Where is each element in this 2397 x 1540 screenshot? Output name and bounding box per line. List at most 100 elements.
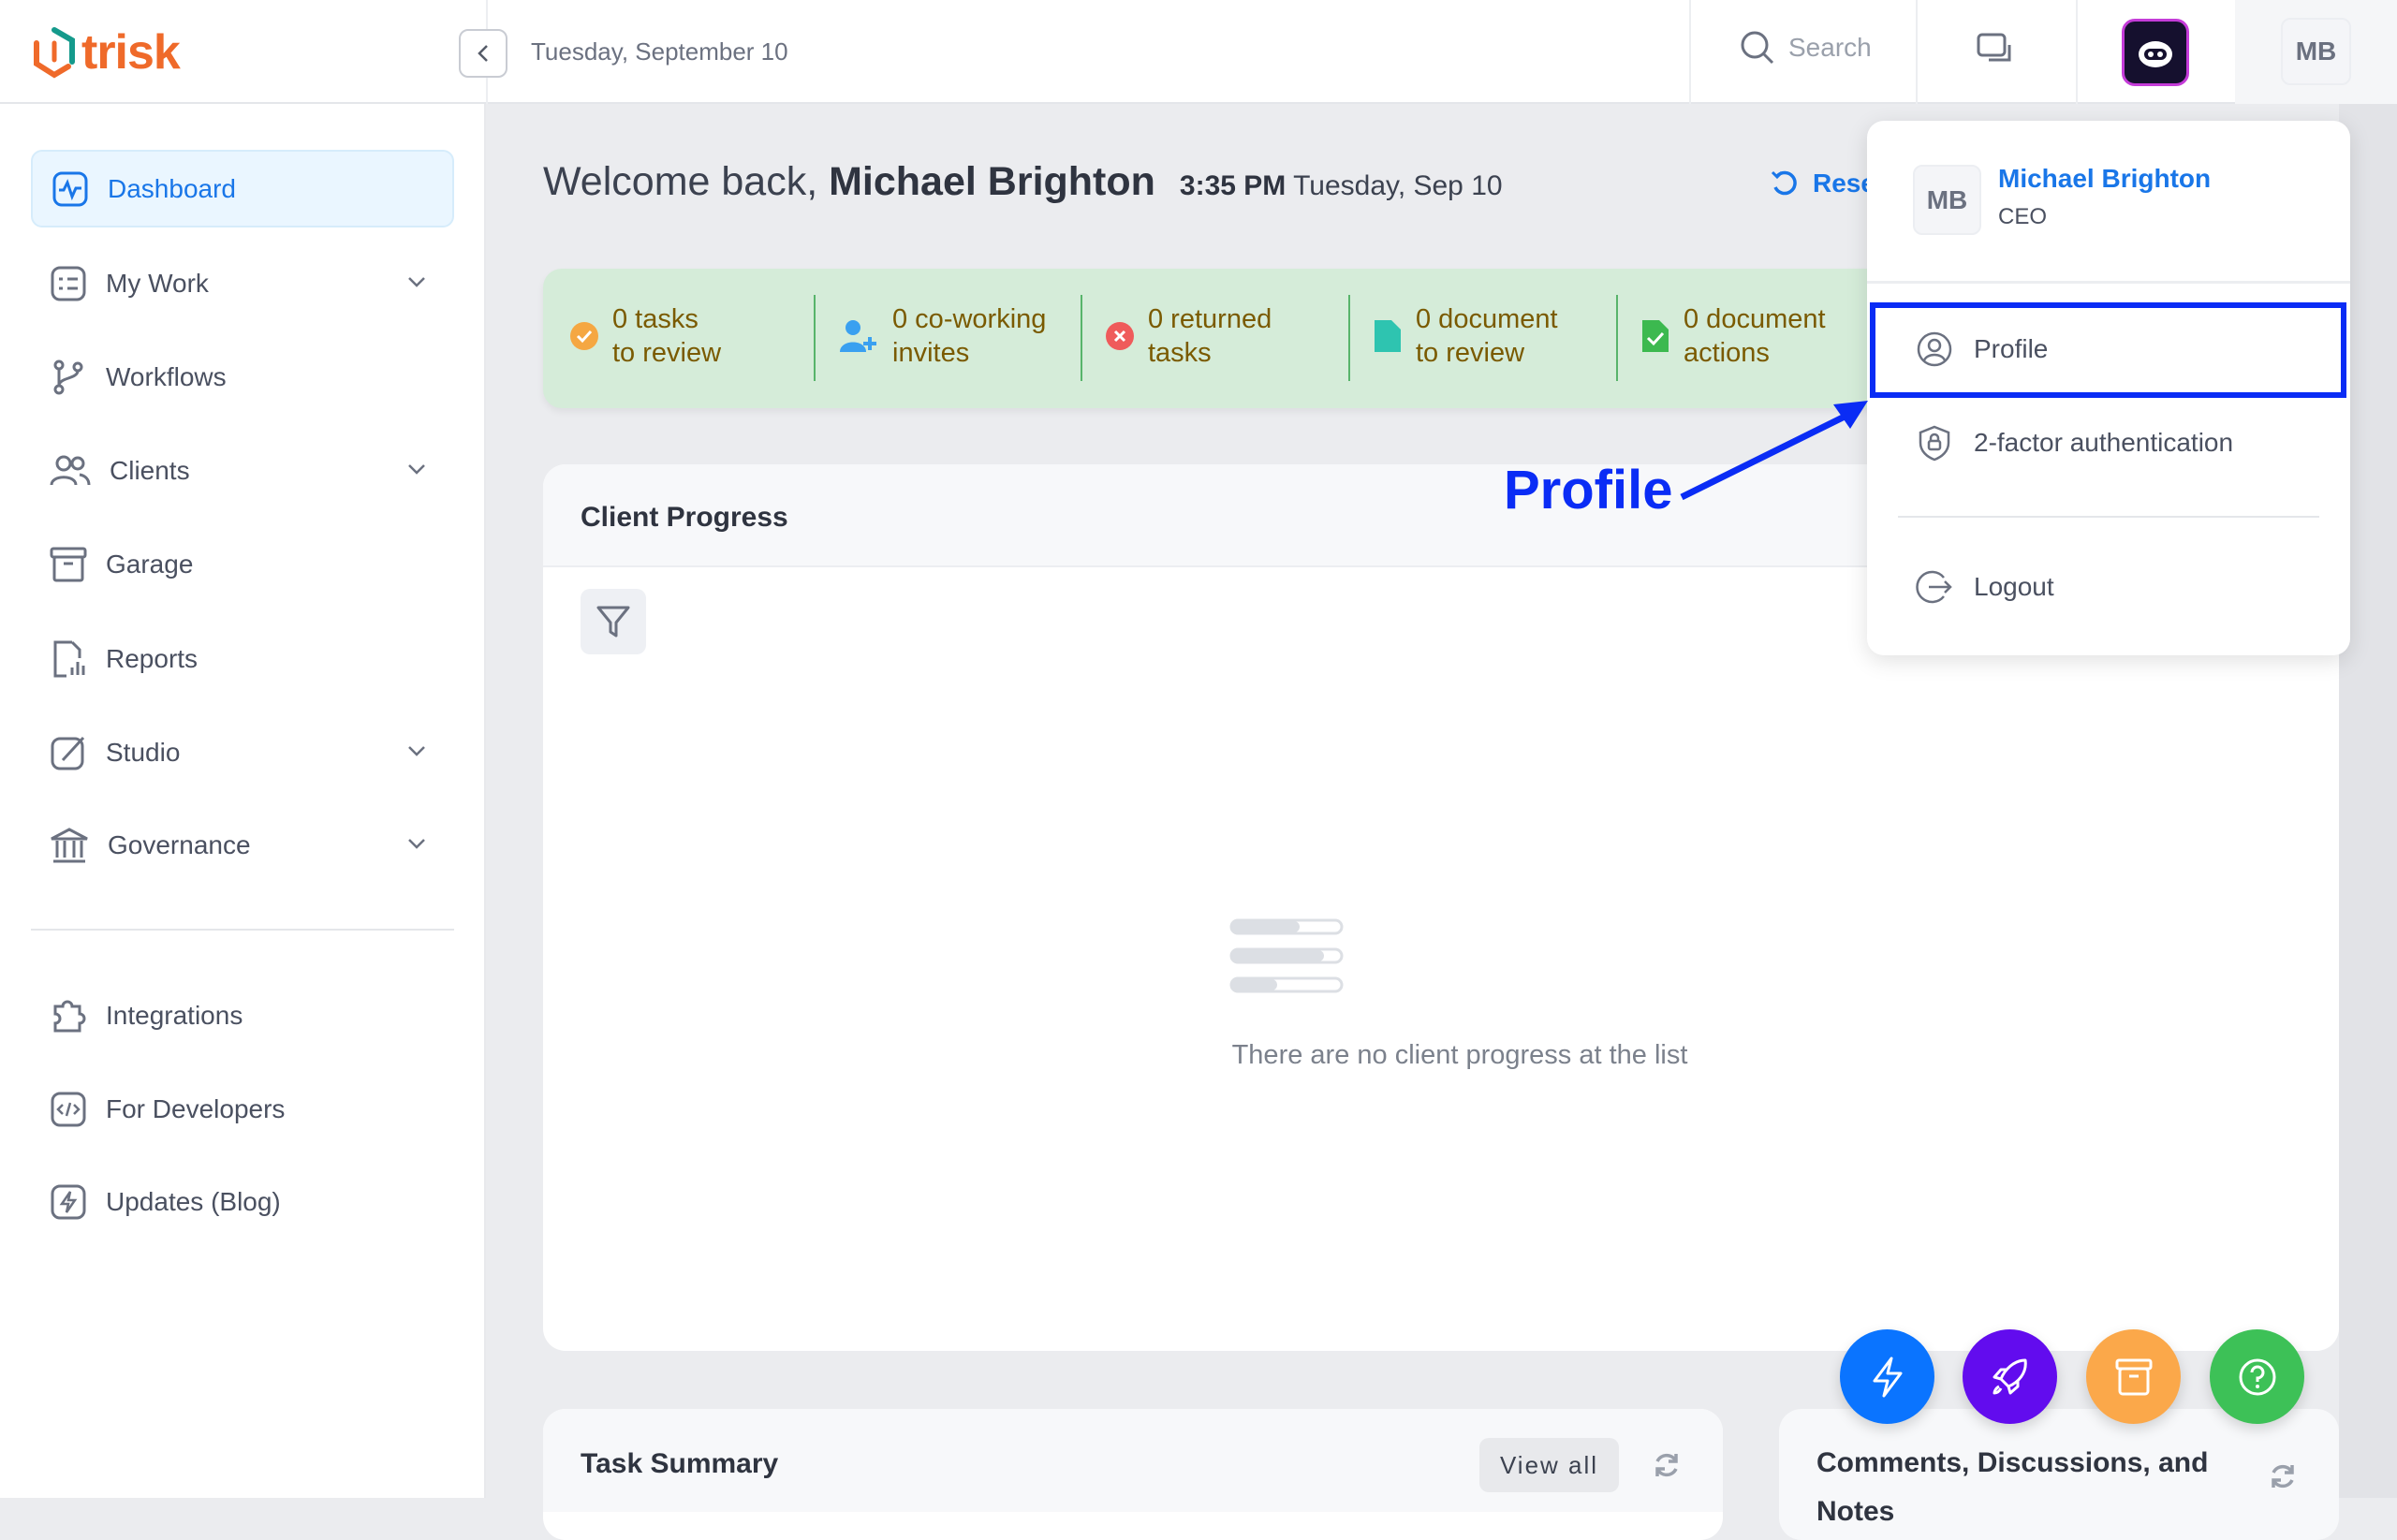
sidebar-item-label: Updates (Blog) [106,1186,281,1216]
puzzle-icon [53,1000,86,1032]
filter-button[interactable] [581,589,646,654]
stat-line2: actions [1684,338,1770,368]
stat-line1: 0 document [1416,304,1558,334]
document-icon [1375,320,1401,352]
reset-button[interactable]: Rese [1770,169,1875,198]
current-date: Tuesday, Sep 10 [1293,170,1503,201]
robot-icon [2139,41,2172,67]
user-initials: MB [2295,37,2337,66]
stat-documents-to-review[interactable]: 0 document to review [1373,302,1558,370]
search-icon [1741,31,1774,65]
launch-button[interactable] [1963,1329,2057,1424]
quick-action-button[interactable] [1840,1329,1934,1424]
logo-text: trisk [81,25,181,80]
current-time: 3:35 PM [1179,170,1287,201]
x-circle-icon [1106,322,1134,350]
logout-icon [1916,570,1952,604]
refresh-icon[interactable] [2268,1461,2298,1491]
activity-icon [52,171,88,206]
bank-icon [51,827,88,862]
welcome-user-name: Michael Brighton [829,159,1155,204]
menu-item-label: Logout [1974,572,2054,601]
user-plus-icon [840,320,876,352]
sidebar: Dashboard My Work Workflows Clients Gara… [0,104,486,1498]
sidebar-item-label: Integrations [106,1000,243,1030]
stat-line1: 0 co-working [892,304,1047,334]
welcome-prefix: Welcome back, [543,159,830,204]
chevron-down-icon [408,464,425,475]
avatar: MB [1913,165,1981,235]
stat-document-actions[interactable]: 0 document actions [1640,302,1826,370]
sidebar-item-updates-blog[interactable]: Updates (Blog) [31,1163,454,1240]
sidebar-item-my-work[interactable]: My Work [31,244,454,322]
sidebar-item-workflows[interactable]: Workflows [31,338,454,416]
code-icon [51,1092,86,1126]
stat-line1: 0 returned [1148,304,1272,334]
stat-coworking-invites[interactable]: 0 co-working invites [838,302,1046,370]
stat-line2: to review [1416,338,1525,368]
avatar-initials: MB [1926,184,1968,214]
user-menu-button[interactable]: MB [2281,18,2351,85]
annotation-arrow-icon [1680,401,1868,501]
stat-line2: invites [892,338,970,368]
refresh-icon[interactable] [1652,1450,1682,1480]
comments-card: Comments, Discussions, and Notes [1779,1409,2339,1540]
sidebar-item-label: Studio [106,737,181,767]
rocket-icon [1993,1358,2027,1394]
chat-button[interactable] [1976,32,2017,78]
archive-icon [50,547,87,581]
sidebar-item-dashboard[interactable]: Dashboard [31,150,454,227]
chat-icon [1977,33,2011,62]
filter-icon [596,606,630,638]
sidebar-item-reports[interactable]: Reports [31,620,454,697]
sidebar-item-label: Reports [106,643,199,673]
help-button[interactable] [2210,1329,2304,1424]
dropdown-divider [1867,281,2350,284]
empty-state-text: There are no client progress at the list [1231,1040,1688,1070]
annotation-label: Profile [1504,460,1673,521]
two-factor-menu-item[interactable]: 2-factor authentication [1916,424,2233,462]
sidebar-item-studio[interactable]: Studio [31,713,454,791]
sidebar-item-label: Dashboard [108,173,236,203]
card-title: Comments, Discussions, and Notes [1816,1447,2209,1527]
search-label: Search [1788,33,1872,62]
stat-line1: 0 document [1684,304,1826,334]
logo[interactable]: trisk [31,24,181,81]
shield-lock-icon [1919,425,1950,462]
report-icon [53,640,85,677]
empty-list-icon [1229,918,1344,993]
sidebar-item-for-developers[interactable]: For Developers [31,1070,454,1148]
stat-returned-tasks[interactable]: 0 returned tasks [1105,302,1272,370]
view-all-button[interactable]: View all [1479,1438,1619,1492]
search-button[interactable]: Search [1740,30,1872,66]
profile-highlight-box [1870,302,2346,398]
reset-label: Rese [1813,169,1875,198]
stat-line1: 0 tasks [612,304,699,334]
document-check-icon [1642,320,1669,352]
sidebar-item-garage[interactable]: Garage [31,525,454,603]
user-name[interactable]: Michael Brighton [1998,164,2211,194]
archive-button[interactable] [2086,1329,2181,1424]
welcome-heading: Welcome back, Michael Brighton 3:35 PM Tu… [543,159,1503,205]
collapse-sidebar-button[interactable] [459,29,507,78]
sidebar-item-clients[interactable]: Clients [31,432,454,509]
header-date: Tuesday, September 10 [531,37,788,66]
users-icon [50,455,91,485]
reset-icon [1771,170,1797,196]
ai-assistant-button[interactable] [2122,19,2189,86]
dropdown-divider [1898,516,2319,518]
sidebar-item-label: Clients [110,455,190,485]
sidebar-item-label: Governance [108,829,251,859]
task-summary-card: Task Summary View all [543,1409,1723,1540]
bolt-icon [51,1184,86,1219]
sidebar-item-label: For Developers [106,1093,286,1123]
sidebar-divider [31,929,454,931]
sidebar-item-governance[interactable]: Governance [31,806,454,884]
stat-line2: to review [612,338,722,368]
chevron-down-icon [408,839,425,849]
sidebar-item-integrations[interactable]: Integrations [31,976,454,1054]
stat-tasks-to-review[interactable]: 0 tasks to review [569,302,721,370]
logout-menu-item[interactable]: Logout [1916,568,2054,606]
chevron-down-icon [408,746,425,756]
sidebar-item-label: My Work [106,268,209,298]
